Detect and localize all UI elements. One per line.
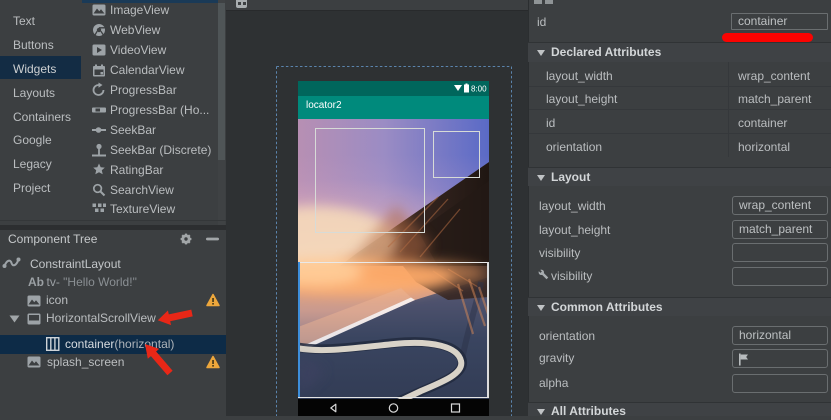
- svg-text:8:00: 8:00: [471, 85, 487, 94]
